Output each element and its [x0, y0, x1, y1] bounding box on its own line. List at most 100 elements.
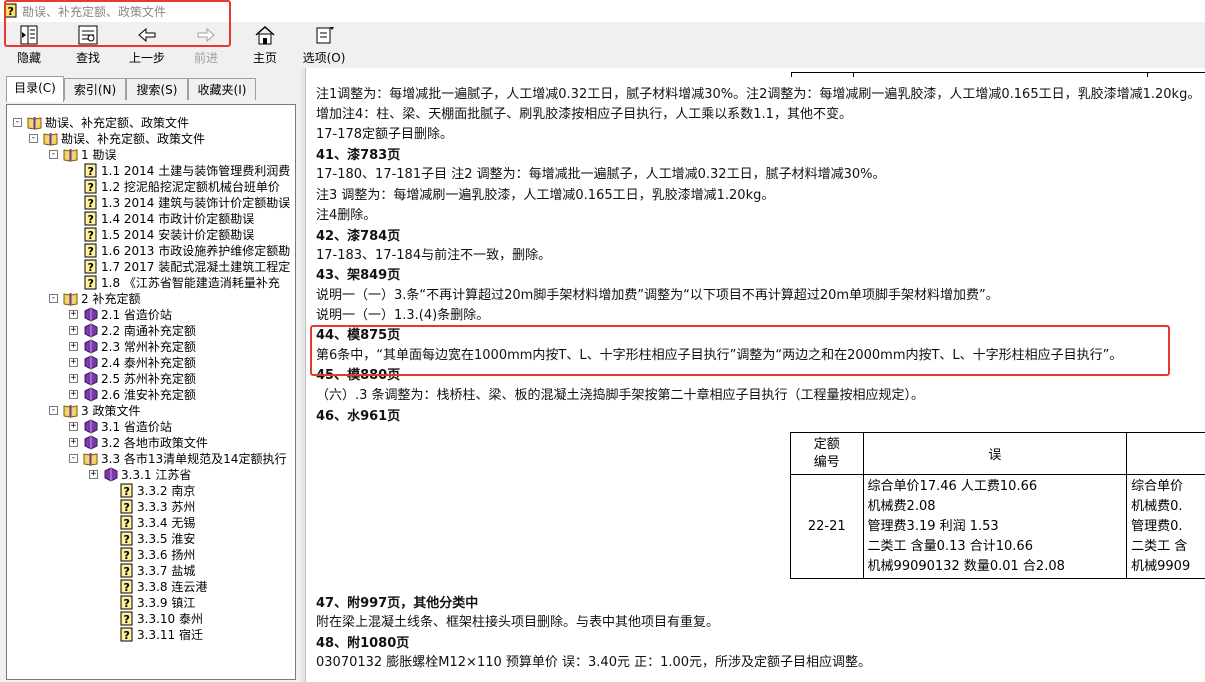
tab-contents[interactable]: 目录(C)	[6, 76, 64, 102]
svg-text:?: ?	[124, 565, 130, 578]
back-button-label: 上一步	[128, 51, 165, 65]
expand-icon[interactable]: +	[69, 326, 78, 335]
content-line: 注3 调整为：每增减刷一遍乳胶漆，人工增减0.165工日，乳胶漆增减1.20kg…	[316, 188, 775, 203]
tree-item[interactable]: - 勘误、补充定额、政策文件	[7, 131, 295, 147]
help-page-icon: ?	[119, 515, 134, 530]
tree-item[interactable]: +2.6 淮安补充定额	[7, 387, 295, 403]
expand-icon[interactable]: +	[69, 358, 78, 367]
svg-text:?: ?	[88, 277, 94, 290]
tree-item[interactable]: ? 3.3.4 无锡	[7, 515, 295, 531]
tree-item[interactable]: ? 3.3.6 扬州	[7, 547, 295, 563]
tree-item[interactable]: ? 3.3.11 宿迁	[7, 627, 295, 643]
content-line: 17-178定额子目删除。	[316, 127, 454, 142]
expand-icon[interactable]: +	[69, 422, 78, 431]
expand-icon[interactable]: +	[69, 390, 78, 399]
home-button[interactable]: 主页	[239, 24, 291, 65]
tree-item[interactable]: ? 1.4 2014 市政计价定额勘误	[7, 211, 295, 227]
closed-book-icon	[83, 419, 98, 434]
svg-text:?: ?	[124, 517, 130, 530]
expand-icon[interactable]: +	[69, 310, 78, 319]
tree-item[interactable]: ? 1.3 2014 建筑与装饰计价定额勘误	[7, 195, 295, 211]
correct-line: 机械费0.	[1131, 498, 1183, 514]
tree-item[interactable]: - 勘误、补充定额、政策文件	[7, 115, 295, 131]
tree-item[interactable]: ? 3.3.3 苏州	[7, 499, 295, 515]
tree-item[interactable]: ? 3.3.8 连云港	[7, 579, 295, 595]
tree-item[interactable]: +2.2 南通补充定额	[7, 323, 295, 339]
collapse-icon[interactable]: -	[69, 454, 78, 463]
collapse-icon[interactable]: -	[49, 294, 58, 303]
options-icon	[316, 27, 334, 44]
tab-index[interactable]: 索引(N)	[64, 78, 126, 100]
tree-item[interactable]: +3.1 省造价站	[7, 419, 295, 435]
highlight-box-item-44	[310, 325, 1170, 376]
help-page-icon: ?	[119, 563, 134, 578]
help-page-icon: ?	[83, 179, 98, 194]
content-line: 增加注4：柱、梁、天棚面批腻子、刷乳胶漆按相应子目执行，人工乘以系数1.1，其他…	[316, 107, 852, 122]
tree-item[interactable]: - 2 补充定额	[7, 291, 295, 307]
tree-item-label: 2.6 淮安补充定额	[101, 388, 196, 402]
expand-icon[interactable]: +	[89, 470, 98, 479]
tree-item-label: 2 补充定额	[81, 292, 141, 306]
home-icon	[255, 25, 275, 45]
tree-item-label: 1.2 挖泥船挖泥定额机械台班单价	[101, 180, 280, 194]
tree-item[interactable]: ? 3.3.7 盐城	[7, 563, 295, 579]
tree-item-label: 1.6 2013 市政设施养护维修定额勘	[101, 244, 291, 258]
tree-item[interactable]: ? 1.2 挖泥船挖泥定额机械台班单价	[7, 179, 295, 195]
collapse-icon[interactable]: -	[49, 150, 58, 159]
closed-book-icon	[83, 355, 98, 370]
tree-item[interactable]: ? 3.3.2 南京	[7, 483, 295, 499]
table-top-border	[791, 72, 1205, 77]
tree-item[interactable]: ? 1.8 《江苏省智能建造消耗量补充	[7, 275, 295, 291]
tree-item[interactable]: - 3 政策文件	[7, 403, 295, 419]
tree-item[interactable]: +3.3.1 江苏省	[7, 467, 295, 483]
svg-text:?: ?	[88, 181, 94, 194]
tree-item-label: 3.3.11 宿迁	[137, 628, 203, 642]
tree-item[interactable]: ? 1.6 2013 市政设施养护维修定额勘	[7, 243, 295, 259]
tree-item-label: 3.3.3 苏州	[137, 500, 196, 514]
tree-item-label: 勘误、补充定额、政策文件	[45, 116, 190, 130]
tree-item[interactable]: ? 1.1 2014 土建与装饰管理费利润费	[7, 163, 295, 179]
tree-item-label: 3.3.4 无锡	[137, 516, 196, 530]
tree-item[interactable]: - 3.3 各市13清单规范及14定额执行	[7, 451, 295, 467]
tree-item[interactable]: ? 3.3.9 镇江	[7, 595, 295, 611]
expand-icon[interactable]: +	[69, 374, 78, 383]
svg-text:?: ?	[124, 597, 130, 610]
collapse-icon[interactable]: -	[13, 118, 22, 127]
tree-item-label: 3.3.9 镇江	[137, 596, 196, 610]
correct-line: 管理费0.	[1131, 518, 1183, 534]
table-cell-error: 综合单价17.46 人工费10.66 机械费2.08 管理费3.19 利润 1.53…	[862, 474, 1128, 579]
tree-item[interactable]: ? 3.3.5 淮安	[7, 531, 295, 547]
hide-button-label: 隐藏	[16, 51, 41, 65]
tree-item[interactable]: ? 1.7 2017 装配式混凝土建筑工程定	[7, 259, 295, 275]
tab-favorites[interactable]: 收藏夹(I)	[188, 78, 256, 100]
tree-item[interactable]: +2.4 泰州补充定额	[7, 355, 295, 371]
tree-item-label: 3.3 各市13清单规范及14定额执行	[101, 452, 287, 466]
tree-item-label: 3.2 各地市政策文件	[101, 436, 208, 450]
tree-item[interactable]: ? 1.5 2014 安装计价定额勘误	[7, 227, 295, 243]
tree-item[interactable]: +3.2 各地市政策文件	[7, 435, 295, 451]
content-line: 17-180、17-181子目 注2 调整为：每增减批一遍腻子，人工增减0.32…	[316, 167, 886, 182]
tree-item-label: 2.1 省造价站	[101, 308, 172, 322]
tree-item[interactable]: +2.3 常州补充定额	[7, 339, 295, 355]
tree-item-label: 3.3.5 淮安	[137, 532, 196, 546]
expand-icon[interactable]: +	[69, 342, 78, 351]
tree-item-label: 1.7 2017 装配式混凝土建筑工程定	[101, 260, 291, 274]
help-page-icon: ?	[119, 595, 134, 610]
tree-item[interactable]: - 1 勘误	[7, 147, 295, 163]
tree-item[interactable]: +2.1 省造价站	[7, 307, 295, 323]
table-header-error: 误	[862, 432, 1128, 475]
tab-search[interactable]: 搜索(S)	[126, 78, 188, 100]
tree-item-label: 2.4 泰州补充定额	[101, 356, 196, 370]
content-line: 附在梁上混凝土线条、框架柱接头项目删除。与表中其他项目有重复。	[316, 615, 720, 630]
options-button[interactable]: 选项(O)	[298, 24, 350, 65]
correct-line: 机械9909	[1131, 558, 1191, 574]
collapse-icon[interactable]: -	[49, 406, 58, 415]
tree-item[interactable]: ? 3.3.10 泰州	[7, 611, 295, 627]
svg-text:?: ?	[88, 245, 94, 258]
expand-icon[interactable]: +	[69, 438, 78, 447]
collapse-icon[interactable]: -	[29, 134, 38, 143]
tree-item[interactable]: +2.5 苏州补充定额	[7, 371, 295, 387]
tree-item-label: 2.5 苏州补充定额	[101, 372, 196, 386]
contents-tree[interactable]: - 勘误、补充定额、政策文件 - 勘误、补充定额、政策文件 -1 勘误? 1.1 2014…	[6, 104, 296, 680]
navigation-pane: 目录(C) 索引(N) 搜索(S) 收藏夹(I) - 勘误、补充定额、政策文件 - 勘…	[0, 68, 301, 682]
